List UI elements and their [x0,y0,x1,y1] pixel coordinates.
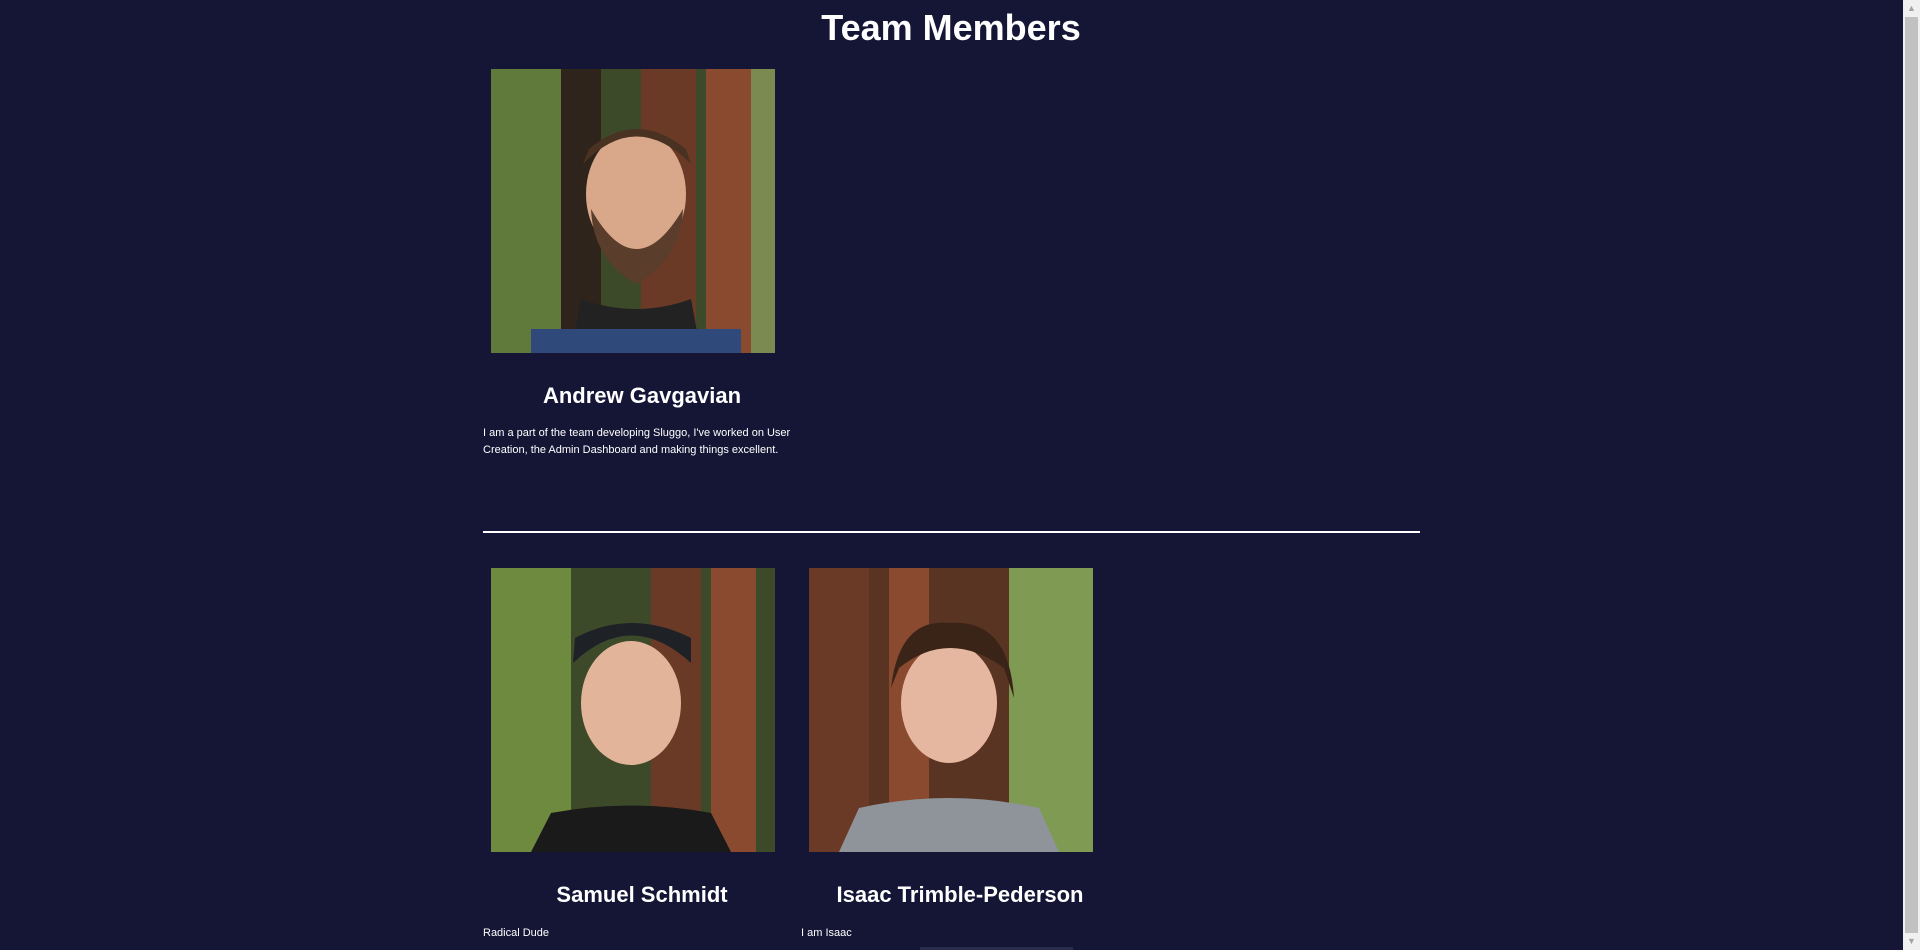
member-name: Andrew Gavgavian [542,383,742,408]
member-card-andrew: Andrew Gavgavian I am a part of the team… [483,0,801,500]
member-bio: I am a part of the team developing Slugg… [483,427,791,456]
page-title: Team Members [821,7,1081,48]
member-bio: I am Isaac [801,927,852,939]
member-photo [491,568,775,852]
vertical-scrollbar[interactable]: ▲ ▼ [1903,0,1920,950]
member-name: Isaac Trimble-Pederson [836,882,1084,907]
member-card-samuel: Samuel Schmidt Radical Dude [483,560,801,950]
scrollbar-thumb[interactable] [1905,17,1918,933]
member-photo [491,69,775,353]
member-photo [809,568,1093,852]
member-bio: Radical Dude [483,927,550,939]
chevron-down-icon[interactable]: ▼ [1903,933,1920,950]
section-divider [483,531,1420,533]
member-name: Samuel Schmidt [556,882,728,907]
member-card-isaac: Isaac Trimble-Pederson I am Isaac [801,560,1119,950]
chevron-up-icon[interactable]: ▲ [1903,0,1920,17]
